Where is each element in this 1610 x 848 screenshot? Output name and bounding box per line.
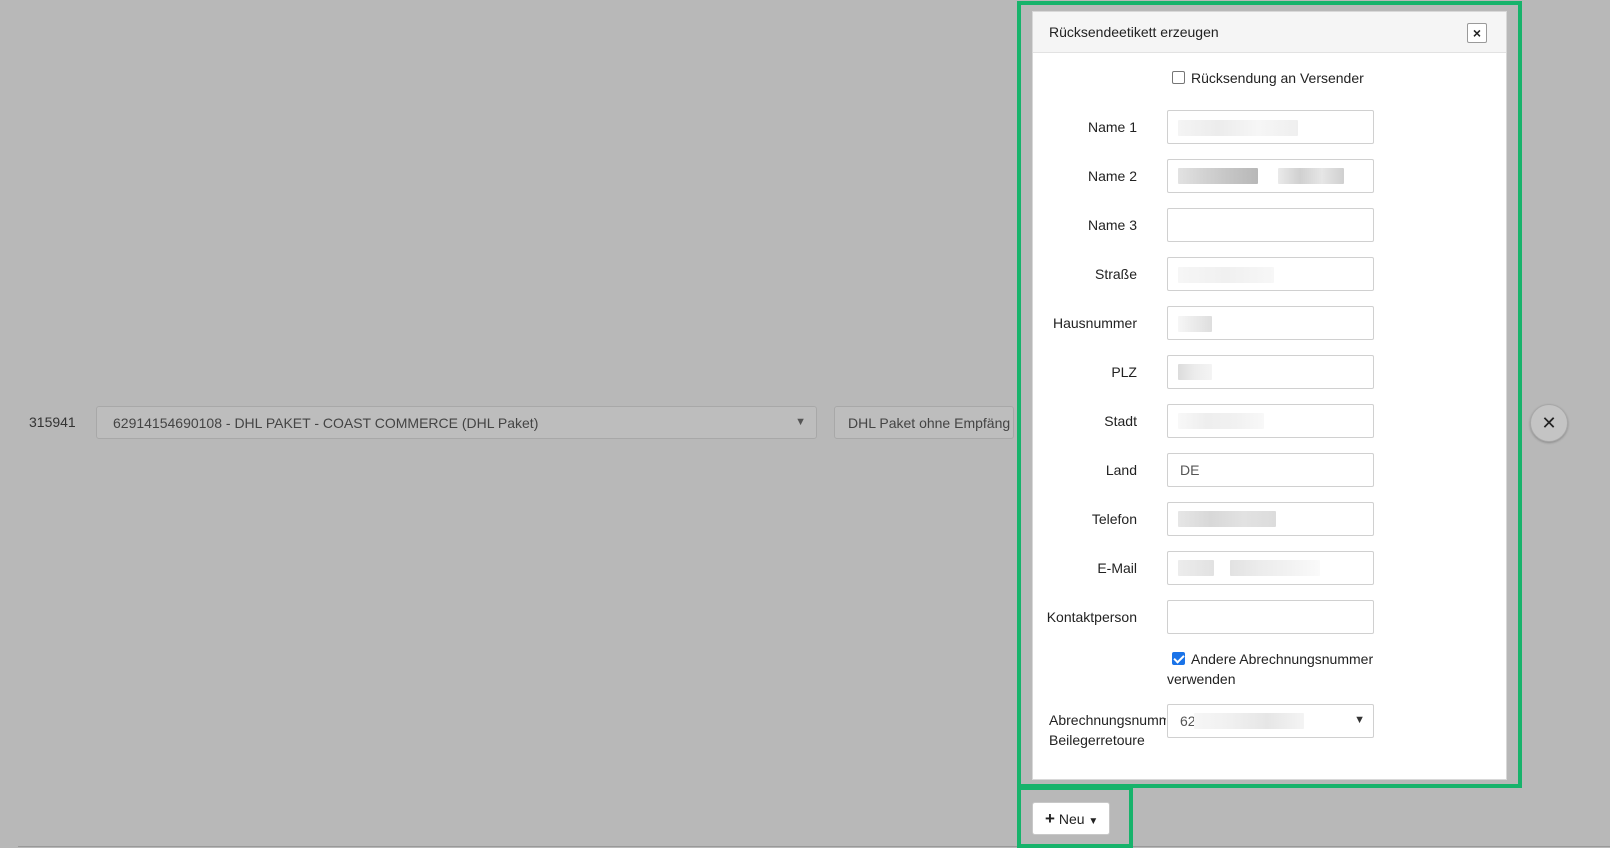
kontaktperson-input[interactable] bbox=[1167, 600, 1374, 634]
billing-number-label-line1: Abrechnungsnumm bbox=[1049, 712, 1166, 728]
new-button-label: Neu bbox=[1058, 811, 1085, 827]
redacted-text bbox=[1178, 560, 1214, 576]
name1-input[interactable] bbox=[1167, 110, 1374, 144]
dialog-header: Rücksendeetikett erzeugen × bbox=[1033, 12, 1506, 53]
redacted-text bbox=[1178, 120, 1298, 136]
close-dialog-button[interactable]: × bbox=[1467, 23, 1487, 43]
redacted-text bbox=[1178, 316, 1212, 332]
account-select-value: 62914154690108 - DHL PAKET - COAST COMME… bbox=[113, 415, 539, 431]
chevron-down-icon: ▼ bbox=[1354, 714, 1365, 726]
product-select-value: DHL Paket ohne Empfäng bbox=[848, 415, 1011, 431]
new-button[interactable]: + Neu ▼ bbox=[1032, 802, 1110, 835]
product-select[interactable]: DHL Paket ohne Empfäng bbox=[834, 406, 1014, 439]
redacted-text bbox=[1178, 267, 1274, 283]
strasse-label: Straße bbox=[1094, 266, 1137, 282]
redacted-text bbox=[1178, 364, 1212, 380]
billing-number-label-line2: Beilegerretoure bbox=[1049, 732, 1145, 748]
plz-input[interactable] bbox=[1167, 355, 1374, 389]
redacted-text bbox=[1278, 168, 1344, 184]
hausnummer-label: Hausnummer bbox=[1052, 315, 1137, 331]
name3-input[interactable] bbox=[1167, 208, 1374, 242]
stadt-input[interactable] bbox=[1167, 404, 1374, 438]
plus-icon: + bbox=[1045, 809, 1055, 828]
row-id: 315941 bbox=[29, 414, 76, 430]
land-input[interactable]: DE bbox=[1167, 453, 1374, 487]
telefon-label: Telefon bbox=[1091, 511, 1137, 527]
redacted-text bbox=[1230, 560, 1320, 576]
name3-label: Name 3 bbox=[1087, 217, 1137, 233]
redacted-text bbox=[1194, 713, 1304, 729]
email-input[interactable] bbox=[1167, 551, 1374, 585]
dialog-title: Rücksendeetikett erzeugen bbox=[1049, 24, 1219, 40]
divider bbox=[18, 846, 1610, 847]
redacted-text bbox=[1178, 168, 1258, 184]
redacted-text bbox=[1178, 413, 1264, 429]
redacted-text bbox=[1178, 511, 1276, 527]
stadt-label: Stadt bbox=[1104, 413, 1137, 429]
chevron-down-icon: ▼ bbox=[795, 416, 806, 428]
hausnummer-input[interactable] bbox=[1167, 306, 1374, 340]
name2-input[interactable] bbox=[1167, 159, 1374, 193]
strasse-input[interactable] bbox=[1167, 257, 1374, 291]
caret-down-icon: ▼ bbox=[1088, 816, 1099, 827]
account-select[interactable]: 62914154690108 - DHL PAKET - COAST COMME… bbox=[96, 406, 817, 439]
telefon-input[interactable] bbox=[1167, 502, 1374, 536]
name1-label: Name 1 bbox=[1087, 119, 1137, 135]
return-label-dialog: Rücksendeetikett erzeugen × Rücksendung … bbox=[1032, 11, 1507, 780]
return-to-sender-label: Rücksendung an Versender bbox=[1191, 70, 1364, 86]
kontaktperson-label: Kontaktperson bbox=[1046, 609, 1137, 625]
land-label: Land bbox=[1105, 462, 1137, 478]
email-label: E-Mail bbox=[1097, 560, 1137, 576]
return-to-sender-checkbox[interactable] bbox=[1172, 71, 1185, 84]
other-billing-label-line2: verwenden bbox=[1167, 671, 1236, 687]
other-billing-label-line1: Andere Abrechnungsnummer bbox=[1191, 651, 1374, 667]
plz-label: PLZ bbox=[1111, 364, 1137, 380]
remove-row-button[interactable]: ✕ bbox=[1530, 404, 1568, 442]
name2-label: Name 2 bbox=[1087, 168, 1137, 184]
land-value: DE bbox=[1180, 462, 1200, 478]
billing-number-select[interactable]: 62 ▼ bbox=[1167, 704, 1374, 738]
other-billing-checkbox[interactable] bbox=[1172, 652, 1185, 665]
